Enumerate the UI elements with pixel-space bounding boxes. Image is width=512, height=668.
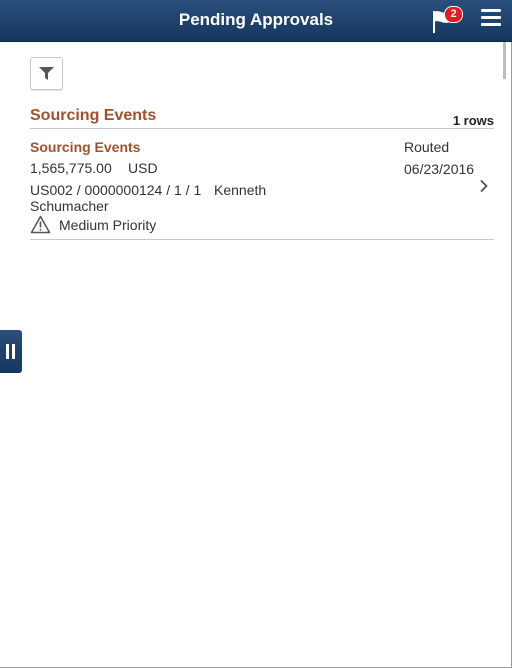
side-panel-toggle[interactable]: [0, 330, 22, 373]
item-title: Sourcing Events: [30, 139, 141, 155]
item-amount: 1,565,775.00: [30, 160, 112, 176]
header-bar: Pending Approvals 2: [0, 0, 512, 42]
warning-icon: [30, 215, 51, 234]
item-divider: [30, 239, 494, 240]
item-requester-first: Kenneth: [214, 182, 267, 198]
scrollbar[interactable]: [503, 42, 506, 79]
rows-count: 1 rows: [452, 113, 494, 128]
group-title: Sourcing Events: [30, 107, 157, 124]
item-currency: USD: [128, 160, 158, 176]
app-frame: [0, 0, 512, 668]
chevron-right-icon[interactable]: [479, 179, 489, 193]
item-reference: US002 / 0000000124 / 1 / 1: [30, 182, 202, 198]
filter-button[interactable]: [30, 57, 63, 90]
item-requester-last: Schumacher: [30, 198, 109, 214]
item-date: 06/23/2016: [404, 161, 475, 177]
item-priority: Medium Priority: [59, 217, 157, 233]
notification-count-badge: 2: [444, 6, 463, 23]
filter-icon: [39, 67, 54, 80]
pause-icon: [6, 344, 9, 359]
hamburger-menu-icon[interactable]: [481, 9, 501, 29]
item-status: Routed: [404, 139, 450, 155]
group-divider: [30, 128, 494, 129]
notifications-button[interactable]: 2: [431, 6, 465, 34]
